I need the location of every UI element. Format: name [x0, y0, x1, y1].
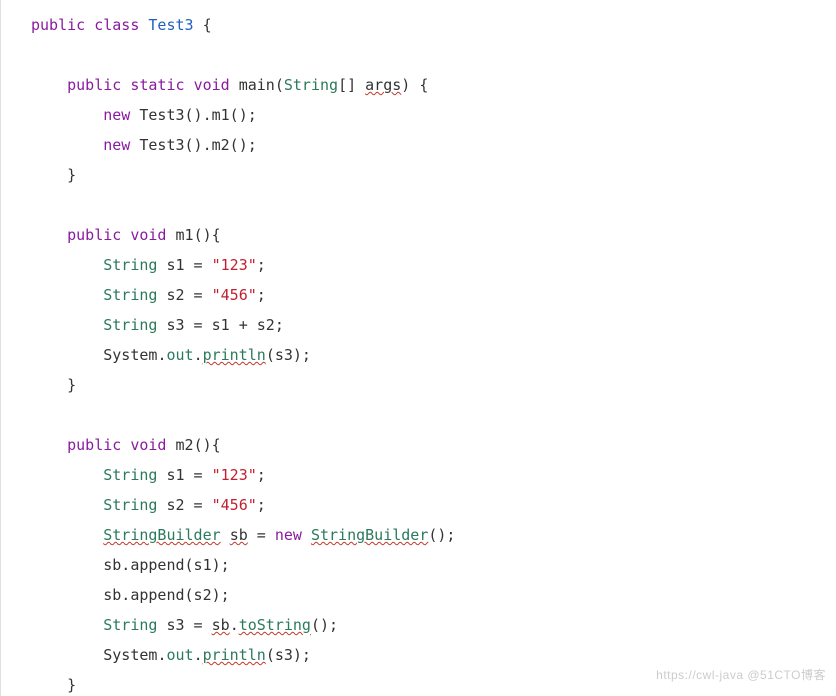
keyword-new: new: [103, 136, 130, 154]
print-arg: (s3);: [266, 646, 311, 664]
keyword-public: public: [67, 76, 121, 94]
semi: ;: [257, 256, 266, 274]
keyword-void: void: [130, 226, 166, 244]
string-literal: "456": [212, 286, 257, 304]
var-s1: s1: [166, 466, 184, 484]
keyword-public: public: [31, 16, 85, 34]
type-string: String: [103, 496, 157, 514]
brace-close: }: [67, 166, 76, 184]
var-s3: s3: [166, 316, 184, 334]
brace-close: }: [67, 676, 76, 694]
brace: {: [203, 16, 212, 34]
ctor-tail: ();: [428, 526, 455, 544]
out-field: out: [166, 646, 193, 664]
eq: =: [185, 256, 212, 274]
method-name-m1: m1: [176, 226, 194, 244]
out-field: out: [166, 346, 193, 364]
eq: =: [185, 466, 212, 484]
method-name-main: main: [239, 76, 275, 94]
eq: =: [185, 496, 212, 514]
ctor-stringbuilder: StringBuilder: [311, 526, 428, 544]
keyword-static: static: [130, 76, 184, 94]
eq: =: [248, 526, 275, 544]
paren-brace: (){: [194, 436, 221, 454]
stmt-tail: ().m1();: [185, 106, 257, 124]
tail: ();: [311, 616, 338, 634]
ctor-call: Test3: [139, 136, 184, 154]
keyword-public: public: [67, 436, 121, 454]
class-name: Test3: [148, 16, 193, 34]
system: System: [103, 646, 157, 664]
param-args: args: [365, 76, 401, 94]
print-arg: (s3);: [266, 346, 311, 364]
type-string: String: [103, 316, 157, 334]
var-s2: s2: [166, 496, 184, 514]
dot: .: [194, 346, 203, 364]
eq: =: [185, 286, 212, 304]
tostring-call: toString: [239, 616, 311, 634]
brace: {: [419, 76, 428, 94]
keyword-public: public: [67, 226, 121, 244]
keyword-void: void: [130, 436, 166, 454]
println-call: println: [203, 346, 266, 364]
println-call: println: [203, 646, 266, 664]
string-literal: "123": [212, 256, 257, 274]
append-stmt-2: sb.append(s2);: [103, 586, 229, 604]
string-literal: "123": [212, 466, 257, 484]
dot: .: [194, 646, 203, 664]
type-string: String: [284, 76, 338, 94]
eq: =: [185, 616, 212, 634]
watermark-text: https://cwl-java @51CTO博客: [656, 660, 826, 690]
var-sb: sb: [230, 526, 248, 544]
keyword-class: class: [94, 16, 139, 34]
expr: = s1 + s2;: [185, 316, 284, 334]
var-s1: s1: [166, 256, 184, 274]
type-string: String: [103, 466, 157, 484]
semi: ;: [257, 286, 266, 304]
code-snippet: public class Test3 { public static void …: [0, 0, 836, 696]
keyword-void: void: [194, 76, 230, 94]
stmt-tail: ().m2();: [185, 136, 257, 154]
append-stmt-1: sb.append(s1);: [103, 556, 229, 574]
type-stringbuilder: StringBuilder: [103, 526, 220, 544]
code-block: public class Test3 { public static void …: [1, 10, 836, 696]
dot: .: [230, 616, 239, 634]
paren-brace: (){: [194, 226, 221, 244]
var-s2: s2: [166, 286, 184, 304]
semi: ;: [257, 496, 266, 514]
ctor-call: Test3: [139, 106, 184, 124]
keyword-new: new: [275, 526, 302, 544]
array-brackets: []: [338, 76, 356, 94]
type-string: String: [103, 286, 157, 304]
sb-var: sb: [212, 616, 230, 634]
type-string: String: [103, 256, 157, 274]
brace-close: }: [67, 376, 76, 394]
var-s3: s3: [166, 616, 184, 634]
method-name-m2: m2: [176, 436, 194, 454]
system: System: [103, 346, 157, 364]
semi: ;: [257, 466, 266, 484]
type-string: String: [103, 616, 157, 634]
string-literal: "456": [212, 496, 257, 514]
keyword-new: new: [103, 106, 130, 124]
